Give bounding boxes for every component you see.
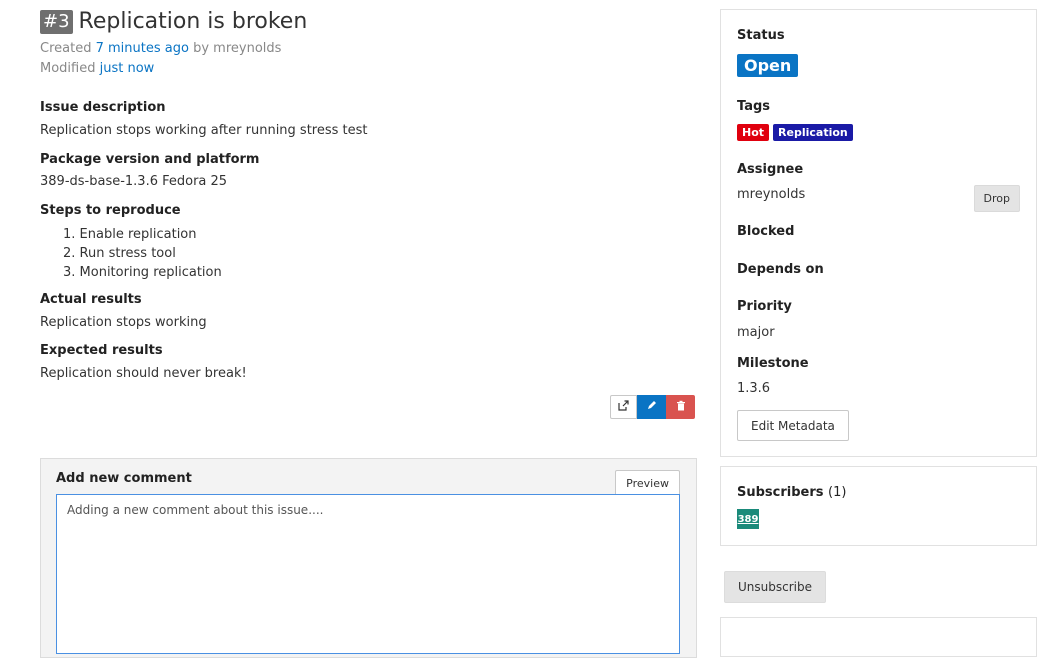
comment-textarea[interactable]: Adding a new comment about this issue...… bbox=[56, 494, 680, 654]
preview-button[interactable]: Preview bbox=[615, 470, 680, 496]
add-comment-heading: Add new comment bbox=[56, 471, 192, 486]
status-heading: Status bbox=[737, 28, 785, 43]
created-line: Created 7 minutes ago by mreynolds bbox=[40, 41, 281, 56]
tag-list: Hot Replication bbox=[737, 124, 853, 141]
package-heading: Package version and platform bbox=[40, 152, 260, 167]
depends-on-heading: Depends on bbox=[737, 262, 824, 277]
priority-value: major bbox=[737, 325, 775, 340]
issue-title: Replication is broken bbox=[78, 9, 308, 34]
modified-label: Modified bbox=[40, 61, 96, 76]
subscribers-label: Subscribers bbox=[737, 485, 824, 500]
add-comment-panel: Add new comment Preview Adding a new com… bbox=[40, 458, 697, 658]
issue-actions bbox=[610, 395, 695, 419]
description-heading: Issue description bbox=[40, 100, 166, 115]
unsubscribe-button[interactable]: Unsubscribe bbox=[724, 571, 826, 603]
share-button[interactable] bbox=[610, 395, 637, 419]
modified-line: Modified just now bbox=[40, 61, 154, 76]
subscribers-heading: Subscribers (1) bbox=[737, 485, 846, 500]
status-badge: Open bbox=[737, 54, 799, 77]
priority-heading: Priority bbox=[737, 299, 792, 314]
blocked-heading: Blocked bbox=[737, 224, 795, 239]
expected-text: Replication should never break! bbox=[40, 366, 247, 381]
drop-assignee-button[interactable]: Drop bbox=[973, 185, 1020, 212]
issue-number-badge: #3 bbox=[40, 10, 73, 34]
tags-heading: Tags bbox=[737, 99, 771, 114]
milestone-value: 1.3.6 bbox=[737, 381, 771, 396]
delete-issue-button[interactable] bbox=[666, 395, 695, 419]
assignee-heading: Assignee bbox=[737, 162, 804, 177]
created-by-label: by bbox=[193, 41, 210, 56]
created-label: Created bbox=[40, 41, 92, 56]
tag-replication[interactable]: Replication bbox=[773, 124, 853, 141]
milestone-heading: Milestone bbox=[737, 356, 809, 371]
subscribers-count: (1) bbox=[828, 485, 847, 500]
expected-heading: Expected results bbox=[40, 343, 163, 358]
trash-icon bbox=[676, 400, 686, 414]
created-time-link[interactable]: 7 minutes ago bbox=[96, 41, 189, 56]
issue-header: #3 Replication is broken bbox=[40, 8, 307, 36]
metadata-panel: Status Open Tags Hot Replication Assigne… bbox=[720, 9, 1037, 457]
subscribers-panel: Subscribers (1) 389 bbox=[720, 466, 1037, 546]
edit-metadata-button[interactable]: Edit Metadata bbox=[737, 410, 849, 441]
package-text: 389-ds-base-1.3.6 Fedora 25 bbox=[40, 174, 228, 189]
description-text: Replication stops working after running … bbox=[40, 123, 368, 138]
edit-issue-button[interactable] bbox=[637, 395, 666, 419]
step-item: 1. Enable replication bbox=[63, 227, 197, 242]
modified-time-link[interactable]: just now bbox=[100, 61, 155, 76]
next-panel bbox=[720, 617, 1037, 657]
tag-hot[interactable]: Hot bbox=[737, 124, 770, 141]
assignee-link[interactable]: mreynolds bbox=[737, 187, 805, 202]
steps-list: 1. Enable replication 2. Run stress tool… bbox=[63, 225, 222, 282]
steps-heading: Steps to reproduce bbox=[40, 203, 181, 218]
step-item: 3. Monitoring replication bbox=[63, 265, 222, 280]
subscriber-avatar[interactable]: 389 bbox=[737, 509, 759, 529]
pencil-icon bbox=[646, 400, 657, 414]
created-by-user: mreynolds bbox=[213, 41, 282, 56]
share-icon bbox=[618, 400, 629, 414]
metadata-sidebar: Status Open Tags Hot Replication Assigne… bbox=[720, 9, 1037, 657]
step-item: 2. Run stress tool bbox=[63, 246, 176, 261]
actual-heading: Actual results bbox=[40, 292, 142, 307]
actual-text: Replication stops working bbox=[40, 315, 207, 330]
